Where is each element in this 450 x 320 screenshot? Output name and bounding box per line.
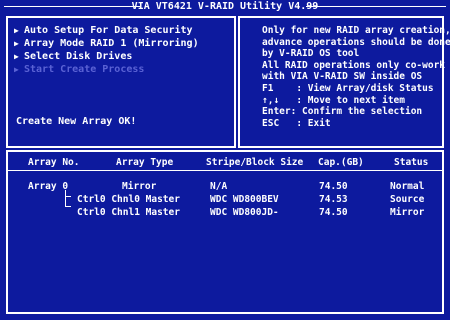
help-line: ESC : Exit [262, 117, 331, 129]
menu-item-array-mode[interactable]: ▶ Array Mode RAID 1 (Mirroring) [14, 37, 234, 50]
status-message: Create New Array OK! [16, 116, 137, 127]
menu-item-start-create: ▶ Start Create Process [14, 63, 234, 76]
help-line: advance operations should be done [262, 36, 450, 48]
col-header-status: Status [394, 157, 429, 168]
table-header-divider [8, 170, 442, 171]
menu-item-label: Array Mode RAID 1 (Mirroring) [24, 38, 199, 49]
help-line: All RAID operations only co-work [262, 59, 446, 71]
help-text: Only for new RAID array creation, advanc… [262, 25, 450, 129]
col-header-array-type: Array Type [116, 157, 174, 168]
help-line: Only for new RAID array creation, [262, 25, 450, 36]
triangle-right-icon: ▶ [14, 26, 19, 35]
col-header-array-no: Array No. [28, 157, 80, 168]
tree-connector-vertical [65, 190, 66, 206]
menu-item-label: Auto Setup For Data Security [24, 25, 193, 36]
help-line: Enter: Confirm the selection [262, 106, 423, 118]
menu-item-select-disk[interactable]: ▶ Select Disk Drives [14, 50, 234, 63]
cell-array-type: Mirror [122, 181, 157, 192]
triangle-right-icon: ▶ [14, 52, 19, 61]
table-row[interactable]: Ctrl0 Chnl0 Master WDC WD800BEV 74.53 So… [8, 193, 442, 206]
col-header-cap: Cap.(GB) [318, 157, 364, 168]
cell-array-no: Array 0 [28, 181, 69, 192]
tree-connector-branch [65, 206, 71, 207]
cell-array-type: Ctrl0 Chnl1 Master [77, 207, 180, 218]
cell-array-type: Ctrl0 Chnl0 Master [77, 194, 180, 205]
menu-item-auto-setup[interactable]: ▶ Auto Setup For Data Security [14, 24, 234, 37]
cell-status: Mirror [390, 207, 425, 218]
table-row[interactable]: Array 0 Mirror N/A 74.50 Normal [8, 180, 442, 193]
table-row[interactable]: Ctrl0 Chnl1 Master WDC WD800JD- 74.50 Mi… [8, 206, 442, 219]
help-line: F1 : View Array/disk Status [262, 82, 434, 94]
cell-status: Normal [390, 181, 425, 192]
tree-connector-branch [65, 196, 71, 197]
main-menu: ▶ Auto Setup For Data Security ▶ Array Mod… [14, 24, 234, 76]
array-table-panel [6, 150, 444, 314]
cell-status: Source [390, 194, 425, 205]
cell-cap: 74.50 [319, 181, 348, 192]
triangle-right-icon: ▶ [14, 39, 19, 48]
menu-item-label: Select Disk Drives [24, 51, 133, 62]
cell-stripe: WDC WD800BEV [210, 194, 279, 205]
cell-cap: 74.50 [319, 207, 348, 218]
cell-stripe: WDC WD800JD- [210, 207, 279, 218]
help-line: with VIA V-RAID SW inside OS [262, 71, 423, 83]
bios-screen: VIA VT6421 V-RAID Utility V4.99 ▶ Auto Se… [0, 0, 450, 320]
help-line: ↑,↓ : Move to next item [262, 94, 405, 106]
menu-item-label: Start Create Process [24, 64, 145, 75]
col-header-stripe: Stripe/Block Size [206, 157, 304, 168]
help-line: by V-RAID OS tool [262, 48, 360, 60]
cell-cap: 74.53 [319, 194, 348, 205]
window-title: VIA VT6421 V-RAID Utility V4.99 [131, 1, 319, 12]
title-rule-right [306, 6, 446, 7]
cell-stripe: N/A [210, 181, 228, 192]
triangle-right-icon: ▶ [14, 65, 19, 74]
